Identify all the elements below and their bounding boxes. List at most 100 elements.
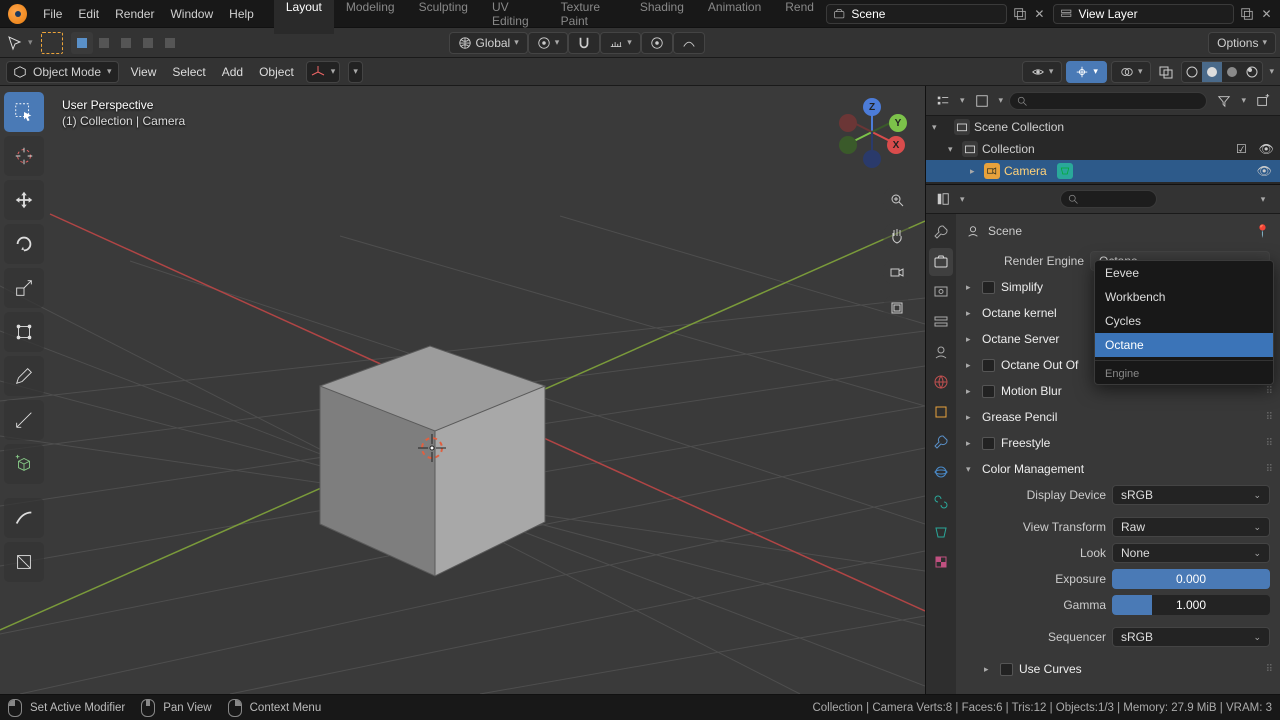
exposure-field[interactable]: 0.000 [1112, 569, 1270, 589]
gamma-field[interactable]: 1.000 [1112, 595, 1270, 615]
perspective-widget[interactable] [883, 294, 911, 322]
ptab-tool[interactable] [929, 218, 953, 246]
engine-option-eevee[interactable]: Eevee [1095, 261, 1273, 285]
panel-color-management[interactable]: ▾Color Management⠿ [962, 456, 1274, 482]
shading-material[interactable] [1222, 62, 1242, 82]
tool-cursor[interactable] [4, 136, 44, 176]
view-transform-select[interactable]: Raw⌄ [1112, 517, 1270, 537]
menu-render[interactable]: Render [107, 7, 162, 21]
ptab-constraints[interactable] [929, 488, 953, 516]
outliner-new-collection[interactable] [1252, 90, 1274, 112]
panel-freestyle[interactable]: ▸Freestyle⠿ [962, 430, 1274, 456]
engine-option-workbench[interactable]: Workbench [1095, 285, 1273, 309]
camera-widget[interactable] [883, 258, 911, 286]
exclude-checkbox[interactable]: ☑ [1236, 142, 1247, 156]
engine-option-octane[interactable]: Octane [1095, 333, 1273, 357]
axis-y[interactable]: Y [889, 114, 907, 132]
select-mode-intersect[interactable] [159, 32, 181, 54]
menu-window[interactable]: Window [162, 7, 221, 21]
panel-use-curves[interactable]: ▸Use Curves⠿ [984, 656, 1274, 682]
proportional-falloff[interactable] [673, 32, 705, 54]
tree-scene-collection[interactable]: ▾ Scene Collection [926, 116, 1280, 138]
outliner[interactable]: ▾ Scene Collection ▾ Collection ☑ 👁 ▸ [926, 116, 1280, 184]
outliner-display-mode[interactable] [971, 90, 993, 112]
extra-dropdown[interactable]: ▾ [348, 61, 363, 83]
overlays-button[interactable]: ▾ [1111, 61, 1152, 83]
tool-move[interactable] [4, 180, 44, 220]
ptab-render[interactable] [929, 248, 953, 276]
ptab-scene[interactable] [929, 338, 953, 366]
properties-search[interactable] [1060, 190, 1157, 208]
cursor-tool-icon[interactable] [4, 32, 26, 54]
select-mode-new[interactable] [71, 32, 93, 54]
scene-selector[interactable] [826, 4, 1007, 24]
ptab-world[interactable] [929, 368, 953, 396]
gizmo-orientation[interactable]: ▾ [306, 61, 341, 83]
checkbox[interactable] [982, 281, 995, 294]
tool-add-cube[interactable] [4, 444, 44, 484]
ptab-viewlayer[interactable] [929, 308, 953, 336]
axis-neg-x[interactable] [839, 114, 857, 132]
scene-name-input[interactable] [851, 7, 999, 21]
snap-toggle[interactable] [568, 32, 600, 54]
outliner-filter[interactable] [1213, 90, 1235, 112]
tab-texture-paint[interactable]: Texture Paint [549, 0, 628, 34]
ptab-texture[interactable] [929, 548, 953, 576]
axis-neg-y[interactable] [839, 136, 857, 154]
select-mode-extend[interactable] [93, 32, 115, 54]
outliner-search[interactable] [1009, 92, 1207, 110]
select-box-icon[interactable] [41, 32, 63, 54]
eye-icon[interactable]: 👁 [1259, 142, 1274, 156]
proportional-edit[interactable] [641, 32, 673, 54]
viewlayer-name-input[interactable] [1078, 7, 1226, 21]
options-button[interactable]: Options ▾ [1208, 32, 1276, 54]
display-device-select[interactable]: sRGB⌄ [1112, 485, 1270, 505]
tool-measure[interactable] [4, 400, 44, 440]
sequencer-select[interactable]: sRGB⌄ [1112, 627, 1270, 647]
axis-z[interactable]: Z [863, 98, 881, 116]
viewlayer-selector[interactable] [1053, 4, 1234, 24]
checkbox[interactable] [982, 385, 995, 398]
menu-help[interactable]: Help [221, 7, 262, 21]
look-select[interactable]: None⌄ [1112, 543, 1270, 563]
checkbox[interactable] [1000, 663, 1013, 676]
ptab-output[interactable] [929, 278, 953, 306]
outliner-editor-type[interactable] [932, 90, 954, 112]
pivot-point[interactable]: ▾ [528, 32, 569, 54]
properties-options[interactable]: ▾ [1252, 188, 1274, 210]
ptab-modifiers[interactable] [929, 428, 953, 456]
ptab-object[interactable] [929, 398, 953, 426]
tab-rendering[interactable]: Rend [773, 0, 826, 34]
scene-delete-button[interactable]: ✕ [1030, 4, 1049, 24]
shading-rendered[interactable] [1242, 62, 1262, 82]
scene-new-button[interactable] [1011, 4, 1030, 24]
viewlayer-new-button[interactable] [1238, 4, 1257, 24]
tab-animation[interactable]: Animation [696, 0, 773, 34]
tool-rotate[interactable] [4, 224, 44, 264]
axis-x[interactable]: X [887, 136, 905, 154]
header-object[interactable]: Object [255, 65, 298, 79]
navigation-gizmo[interactable]: X Y Z [837, 100, 907, 170]
engine-option-cycles[interactable]: Cycles [1095, 309, 1273, 333]
header-view[interactable]: View [127, 65, 161, 79]
tab-shading[interactable]: Shading [628, 0, 696, 34]
ptab-data[interactable] [929, 518, 953, 546]
viewport-3d[interactable]: ◂ [0, 86, 925, 694]
header-select[interactable]: Select [168, 65, 209, 79]
menu-file[interactable]: File [35, 7, 70, 21]
shading-options[interactable]: ▾ [1269, 66, 1274, 77]
tool-transform[interactable] [4, 312, 44, 352]
tree-item-camera[interactable]: ▸ Camera 👁 [926, 160, 1280, 182]
select-mode-invert[interactable] [137, 32, 159, 54]
properties-editor-type[interactable] [932, 188, 954, 210]
tool-shear[interactable] [4, 498, 44, 538]
tool-to-sphere[interactable] [4, 542, 44, 582]
transform-orientation[interactable]: Global ▾ [449, 32, 528, 54]
eye-icon[interactable]: 👁 [1257, 164, 1272, 178]
menu-edit[interactable]: Edit [70, 7, 107, 21]
checkbox[interactable] [982, 437, 995, 450]
tab-sculpting[interactable]: Sculpting [407, 0, 480, 34]
visibility-dropdown[interactable]: ▾ [1022, 61, 1063, 83]
checkbox[interactable] [982, 359, 995, 372]
header-add[interactable]: Add [218, 65, 247, 79]
